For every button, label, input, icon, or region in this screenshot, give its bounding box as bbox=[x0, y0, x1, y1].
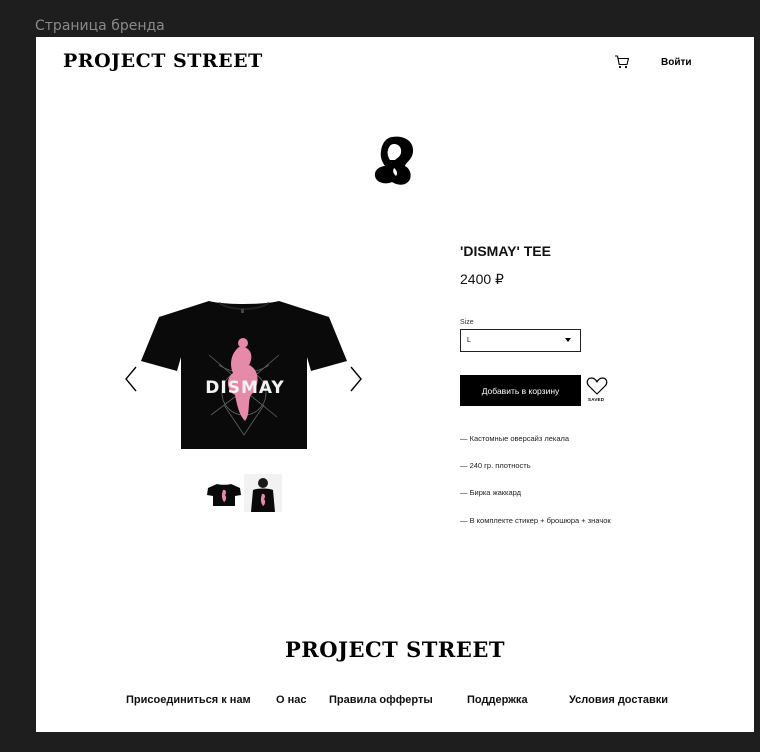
saved-label: SAVED bbox=[588, 397, 605, 402]
product-price: 2400 ₽ bbox=[460, 271, 504, 287]
footer-link-support[interactable]: Поддержка bbox=[467, 694, 528, 706]
size-selected-value: L bbox=[467, 337, 471, 344]
header-logo[interactable]: PROJECT STREET bbox=[63, 50, 263, 72]
feature-item: — Кастомные оверсайз лекала bbox=[460, 434, 570, 443]
product-title: 'DISMAY' TEE bbox=[460, 243, 551, 259]
login-link[interactable]: Войти bbox=[661, 57, 692, 68]
cart-icon[interactable] bbox=[614, 54, 630, 70]
feature-item: — В комплекте стикер + брошюра + значок bbox=[460, 516, 611, 525]
brand-page: PROJECT STREET Войти DISMAY 'DISMAY' TEE… bbox=[36, 37, 754, 732]
thumbnail-model[interactable] bbox=[244, 474, 282, 512]
frame-label: Страница бренда bbox=[35, 18, 165, 34]
thumbnail-tshirt[interactable] bbox=[205, 474, 243, 512]
size-label: Size bbox=[460, 319, 474, 326]
brand-mark-icon bbox=[374, 136, 414, 185]
tee-graphic-text: DISMAY bbox=[205, 378, 284, 398]
footer-link-join[interactable]: Присоединиться к нам bbox=[126, 694, 251, 706]
chevron-down-icon bbox=[565, 338, 571, 342]
footer-logo: PROJECT STREET bbox=[284, 637, 505, 662]
add-to-cart-button[interactable]: Добавить в корзину bbox=[460, 375, 581, 406]
feature-item: — Бирка жаккард bbox=[460, 488, 522, 497]
size-select[interactable]: L bbox=[460, 329, 581, 352]
footer-link-offer-rules[interactable]: Правила офферты bbox=[329, 694, 433, 706]
heart-icon[interactable] bbox=[586, 376, 608, 396]
product-main-image: DISMAY bbox=[141, 301, 347, 449]
feature-item: — 240 гр. плотность bbox=[460, 461, 531, 470]
chevron-left-icon[interactable] bbox=[122, 365, 140, 393]
footer-link-about[interactable]: О нас bbox=[276, 694, 307, 706]
footer-link-delivery[interactable]: Условия доставки bbox=[569, 694, 668, 706]
